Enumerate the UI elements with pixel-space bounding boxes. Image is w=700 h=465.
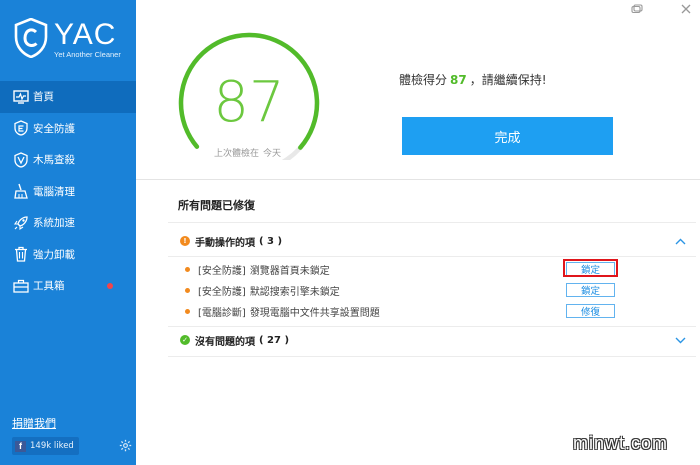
rocket-icon [12, 214, 30, 232]
issue-text: 發現電腦中文件共享設置問題 [249, 307, 380, 319]
issue-category: [安全防護] [198, 265, 246, 277]
group-ok-title: 沒有問題的項 [195, 336, 255, 348]
collapse-button[interactable] [674, 236, 686, 246]
issue-category: [電腦診斷] [198, 307, 246, 319]
trash-icon [12, 245, 30, 263]
watermark: minwt.com [573, 433, 669, 453]
issue-row: [安全防護] 默認搜索引擎未鎖定 [185, 283, 340, 298]
sidebar-item-label: 系統加速 [33, 217, 75, 230]
bullet-icon [185, 287, 190, 293]
issue-text: 默認搜索引擎未鎖定 [249, 286, 340, 298]
sidebar-item-label: 電腦清理 [33, 185, 75, 198]
expand-button[interactable] [674, 335, 686, 345]
divider [168, 356, 696, 357]
score-gauge: 87 [178, 32, 320, 160]
divider [168, 222, 696, 223]
close-icon [681, 4, 691, 14]
skin-button[interactable] [630, 2, 644, 16]
app-logo: YAC Yet Another Cleaner [14, 18, 126, 62]
facebook-like-badge[interactable]: f 149k liked [12, 437, 79, 455]
bullet-icon [185, 266, 190, 272]
highlight-annotation [563, 259, 618, 277]
sidebar-item-label: 安全防護 [33, 122, 75, 135]
section-title: 所有問題已修復 [178, 199, 255, 212]
sidebar-item-speedup[interactable]: 系統加速 [0, 207, 136, 239]
sidebar-item-cleanup[interactable]: 電腦清理 [0, 176, 136, 208]
sidebar-item-label: 木馬查殺 [33, 154, 75, 167]
last-check-label: 上次體檢在 [214, 149, 260, 159]
issue-category: [安全防護] [198, 286, 246, 298]
group-manual-header[interactable]: ! 手動操作的項 ( 3 ) [180, 234, 283, 249]
divider [136, 179, 700, 180]
last-check-when: 今天 [263, 149, 282, 159]
sidebar-item-label: 首頁 [33, 91, 54, 104]
notification-dot [107, 283, 113, 289]
close-button[interactable] [679, 2, 693, 16]
sidebar-item-label: 強力卸載 [33, 248, 75, 261]
broom-icon [12, 182, 30, 200]
group-ok-count: ( 27 ) [259, 334, 290, 346]
sidebar-item-toolbox[interactable]: 工具箱 [0, 270, 136, 302]
app-logo-subtitle: Yet Another Cleaner [54, 50, 121, 59]
score-value: 87 [213, 70, 284, 135]
toolbox-icon [12, 277, 30, 295]
logo-shield-icon [14, 18, 48, 58]
sidebar-item-security[interactable]: 安全防護 [0, 113, 136, 145]
gear-icon [119, 439, 131, 451]
shield-v-icon [12, 151, 30, 169]
divider [168, 326, 696, 327]
facebook-icon: f [15, 440, 26, 452]
chevron-up-icon [675, 238, 685, 244]
app-logo-title: YAC [54, 18, 117, 51]
check-circle-icon: ✓ [180, 335, 190, 345]
monitor-pulse-icon [12, 88, 30, 106]
sidebar-nav: 首頁 安全防護 木馬查殺 電腦清理 系統加速 強力卸載 工具箱 [0, 81, 136, 302]
donate-link[interactable]: 捐贈我們 [12, 415, 56, 431]
fix-file-sharing-button[interactable]: 修復 [566, 304, 615, 318]
group-manual-title: 手動操作的項 [195, 237, 255, 249]
group-ok-header[interactable]: ✓ 沒有問題的項 ( 27 ) [180, 333, 290, 348]
group-manual-count: ( 3 ) [259, 235, 283, 247]
divider [168, 256, 696, 257]
sidebar-item-label: 工具箱 [33, 280, 65, 293]
issue-row: [電腦診斷] 發現電腦中文件共享設置問題 [185, 304, 380, 319]
shield-e-icon [12, 119, 30, 137]
result-suffix: ，請繼續保持! [469, 73, 547, 87]
skin-icon [631, 4, 643, 14]
chevron-down-icon [675, 337, 685, 343]
issue-text: 瀏覽器首頁未鎖定 [249, 265, 330, 277]
sidebar: YAC Yet Another Cleaner 首頁 安全防護 木馬查殺 電腦清… [0, 0, 136, 465]
lock-search-engine-button[interactable]: 鎖定 [566, 283, 615, 297]
result-score: 87 [450, 73, 467, 87]
last-check-caption: 上次體檢在 今天 [214, 146, 285, 159]
done-button[interactable]: 完成 [402, 117, 613, 155]
result-prefix: 體檢得分 [399, 73, 448, 87]
warning-circle-icon: ! [180, 236, 190, 246]
settings-button[interactable] [116, 436, 134, 454]
result-message: 體檢得分 87 ，請繼續保持! [399, 71, 547, 88]
bullet-icon [185, 308, 190, 314]
issue-row: [安全防護] 瀏覽器首頁未鎖定 [185, 262, 330, 277]
facebook-like-count: 149k liked [30, 441, 74, 451]
sidebar-item-trojan-scan[interactable]: 木馬查殺 [0, 144, 136, 176]
sidebar-item-home[interactable]: 首頁 [0, 81, 136, 113]
sidebar-item-uninstall[interactable]: 強力卸載 [0, 239, 136, 271]
